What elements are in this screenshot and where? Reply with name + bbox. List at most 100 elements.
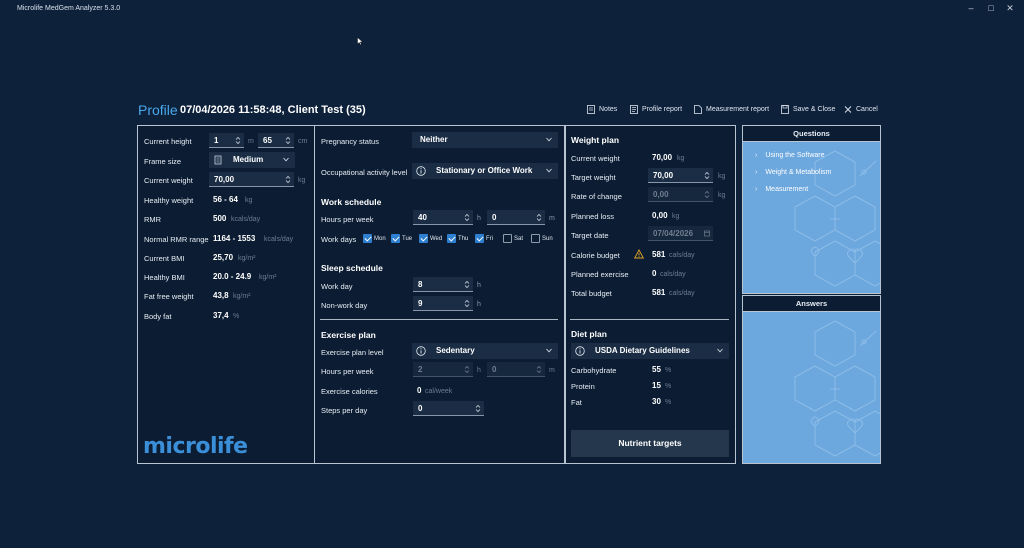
chevron-right-icon: › <box>755 152 758 159</box>
fat-value: 30 <box>652 397 661 406</box>
spinner-icon[interactable] <box>285 136 291 145</box>
window-title: Microlife MedGem Analyzer 5.3.0 <box>17 5 121 12</box>
diet-plan-value: USDA Dietary Guidelines <box>595 346 690 355</box>
height-m-input[interactable]: 1 <box>209 133 244 148</box>
exercise-hours-h-value: 2 <box>418 365 423 374</box>
info-icon[interactable] <box>416 346 426 356</box>
divider <box>320 319 558 320</box>
info-icon[interactable] <box>575 346 585 356</box>
calorie-budget-label: Calorie budget <box>571 251 620 260</box>
spinner-icon[interactable] <box>464 280 470 289</box>
exercise-level-value: Sedentary <box>436 346 475 355</box>
notes-button[interactable]: Notes <box>587 103 617 115</box>
target-weight-input[interactable]: 70,00 <box>648 168 713 183</box>
question-label: Weight & Metabolism <box>765 169 832 176</box>
body-fat-unit: % <box>233 313 240 320</box>
cal-unit: cals/day <box>669 252 695 259</box>
occupation-dropdown[interactable]: Stationary or Office Work <box>412 163 558 179</box>
close-window-icon[interactable]: ✕ <box>1003 2 1017 14</box>
target-weight-value: 70,00 <box>653 171 674 180</box>
planned-loss-label: Planned loss <box>571 212 614 221</box>
work-hours-h-input[interactable]: 40 <box>413 210 473 225</box>
spinner-icon[interactable] <box>475 404 481 413</box>
question-measurement[interactable]: › Measurement <box>755 186 808 193</box>
exercise-level-dropdown[interactable]: Sedentary <box>412 343 558 359</box>
occupation-value: Stationary or Office Work <box>436 166 533 175</box>
carbohydrate-label: Carbohydrate <box>571 366 617 375</box>
frame-size-dropdown[interactable]: Medium <box>209 152 295 168</box>
workday-checkbox-sun[interactable]: Sun <box>531 234 553 243</box>
workday-label: Thu <box>458 235 469 242</box>
checkbox-icon <box>391 234 400 243</box>
measurement-report-label: Measurement report <box>706 105 770 113</box>
workday-checkbox-tue[interactable]: Tue <box>391 234 412 243</box>
exercise-hours-label: Hours per week <box>321 367 374 376</box>
question-weight-metabolism[interactable]: › Weight & Metabolism <box>755 169 831 176</box>
steps-input[interactable]: 0 <box>413 401 484 416</box>
bmi-value: 25,70 <box>213 253 234 262</box>
workday-checkbox-wed[interactable]: Wed <box>419 234 442 243</box>
chevron-down-icon <box>283 157 289 162</box>
maximize-icon[interactable]: □ <box>984 2 998 14</box>
rmr-range-unit: kcals/day <box>264 236 294 243</box>
workday-checkbox-mon[interactable]: Mon <box>363 234 386 243</box>
workday-checkbox-fri[interactable]: Fri <box>475 234 493 243</box>
spinner-icon[interactable] <box>536 213 542 222</box>
height-cm-input[interactable]: 65 <box>258 133 294 148</box>
spinner-icon[interactable] <box>464 365 470 374</box>
chevron-right-icon: › <box>755 169 758 176</box>
exercise-hours-h-input[interactable]: 2 <box>413 362 473 377</box>
exercise-plan-title: Exercise plan <box>321 330 376 340</box>
spinner-icon[interactable] <box>235 136 241 145</box>
warning-icon[interactable] <box>634 249 644 259</box>
info-icon[interactable] <box>416 166 426 176</box>
m-unit: m <box>549 367 555 374</box>
frame-size-icon <box>214 155 222 165</box>
steps-value: 0 <box>418 404 423 413</box>
save-close-label: Save & Close <box>793 105 836 113</box>
cancel-label: Cancel <box>856 105 878 113</box>
target-date-input[interactable]: 07/04/2026 <box>648 226 713 241</box>
spinner-icon[interactable] <box>464 299 470 308</box>
workday-checkbox-thu[interactable]: Thu <box>447 234 468 243</box>
measurement-report-button[interactable]: Measurement report <box>694 103 769 115</box>
work-day-sleep-input[interactable]: 8 <box>413 277 473 292</box>
chevron-down-icon <box>717 348 723 353</box>
checkbox-icon <box>419 234 428 243</box>
pregnancy-dropdown[interactable]: Neither <box>412 132 558 148</box>
spinner-icon[interactable] <box>464 213 470 222</box>
microlife-logo: microlife <box>143 434 248 459</box>
spinner-icon[interactable] <box>536 365 542 374</box>
spinner-icon[interactable] <box>285 175 291 184</box>
nutrient-targets-button[interactable]: Nutrient targets <box>571 430 729 457</box>
mouse-cursor-icon <box>357 37 363 45</box>
work-hours-m-input[interactable]: 0 <box>487 210 545 225</box>
exercise-hours-m-input[interactable]: 0 <box>487 362 545 377</box>
spinner-icon[interactable] <box>704 171 710 180</box>
diet-plan-dropdown[interactable]: USDA Dietary Guidelines <box>571 343 729 359</box>
kg-unit: kg <box>718 173 726 180</box>
profile-report-label: Profile report <box>642 105 683 113</box>
nonwork-day-sleep-input[interactable]: 9 <box>413 296 473 311</box>
report-icon <box>630 104 638 114</box>
medical-pattern-icon <box>794 320 880 457</box>
current-weight-input[interactable]: 70,00 <box>209 172 294 187</box>
minimize-icon[interactable]: – <box>964 2 978 14</box>
calendar-icon[interactable] <box>704 229 710 238</box>
total-budget-label: Total budget <box>571 289 612 298</box>
cancel-button[interactable]: Cancel <box>844 103 878 115</box>
healthy-bmi-value: 20.0 - 24.9 <box>213 272 252 281</box>
profile-report-button[interactable]: Profile report <box>630 103 682 115</box>
question-using-software[interactable]: › Using the Software <box>755 152 825 159</box>
spinner-icon[interactable] <box>704 190 710 199</box>
workday-label: Mon <box>374 235 386 242</box>
save-close-button[interactable]: Save & Close <box>781 103 835 115</box>
notes-icon <box>587 104 595 114</box>
healthy-weight-unit: kg <box>245 197 253 204</box>
protein-label: Protein <box>571 382 595 391</box>
kg-unit: kg <box>672 213 680 220</box>
h-unit: h <box>477 301 481 308</box>
document-icon <box>694 104 702 114</box>
workday-checkbox-sat[interactable]: Sat <box>503 234 523 243</box>
rate-input[interactable]: 0,00 <box>648 187 713 202</box>
